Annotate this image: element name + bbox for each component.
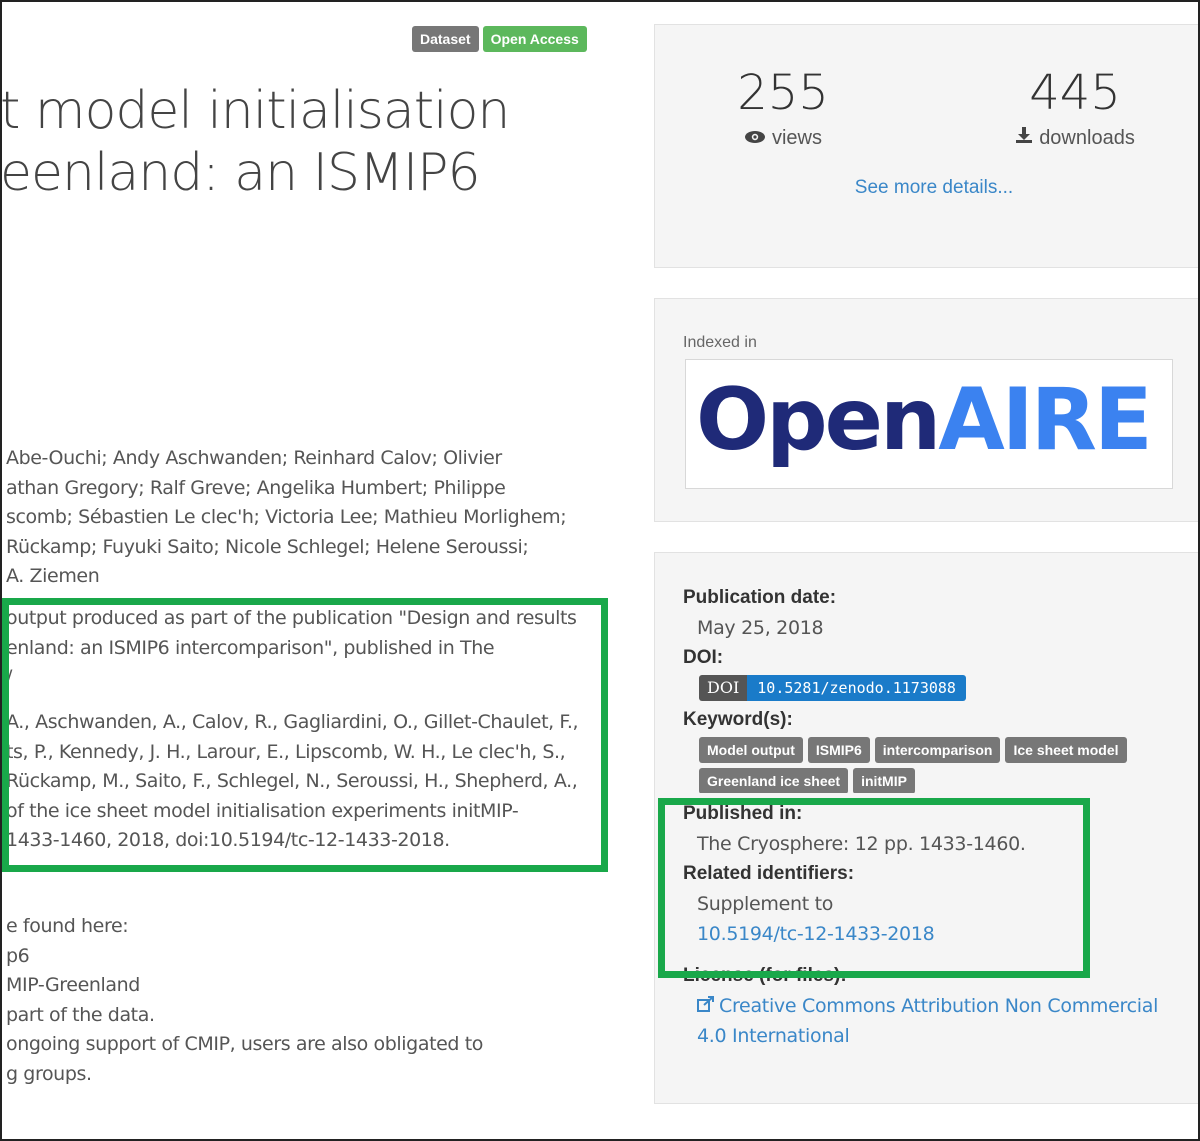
- highlight-box-publication: [658, 798, 1090, 978]
- eye-icon: [744, 125, 766, 151]
- notes-line: MIP-Greenland: [6, 974, 140, 996]
- publication-date-value: May 25, 2018: [697, 617, 824, 639]
- downloads-stat: 445 downloads: [975, 65, 1175, 151]
- downloads-label-row: downloads: [975, 125, 1175, 151]
- keyword-tag[interactable]: Model output: [699, 737, 803, 763]
- record-main-column: Dataset Open Access t model initialisati…: [2, 2, 632, 1139]
- keyword-tag[interactable]: initMIP: [853, 768, 915, 793]
- openaire-logo-aire: AIRE: [938, 370, 1153, 470]
- highlight-box-description: [2, 598, 608, 872]
- keyword-tag[interactable]: ISMIP6: [807, 737, 870, 763]
- keywords-list: Model output ISMIP6 intercomparison Ice …: [683, 737, 1139, 793]
- publication-date-label: Publication date:: [683, 587, 837, 608]
- download-icon: [1015, 125, 1033, 151]
- record-badges: Dataset Open Access: [412, 26, 587, 52]
- stats-panel: 255 views 445 downloads See more details…: [654, 24, 1198, 268]
- license-line-2[interactable]: 4.0 International: [683, 1021, 1183, 1051]
- openaire-logo-link[interactable]: OpenAIRE: [685, 359, 1173, 489]
- external-link-icon: [697, 992, 715, 1012]
- license-link[interactable]: Creative Commons Attribution Non Commerc…: [683, 991, 1183, 1021]
- keywords-label: Keyword(s):: [683, 709, 793, 730]
- see-more-details-link[interactable]: See more details...: [655, 177, 1198, 199]
- notes-text: e found here: p6 MIP-Greenland part of t…: [6, 912, 483, 1089]
- license-line: Creative Commons Attribution Non Commerc…: [719, 995, 1159, 1017]
- indexed-in-label: Indexed in: [683, 334, 757, 351]
- downloads-count: 445: [1029, 65, 1121, 121]
- authors-line: scomb; Sébastien Le clec'h; Victoria Lee…: [6, 506, 567, 528]
- notes-line: g groups.: [6, 1062, 92, 1085]
- record-title-line: eenland: an ISMIP6: [2, 143, 481, 203]
- indexed-panel: Indexed in OpenAIRE: [654, 298, 1198, 522]
- openaire-logo-open: Open: [696, 370, 941, 470]
- notes-line: p6: [6, 944, 30, 967]
- authors-line: Rückamp; Fuyuki Saito; Nicole Schlegel; …: [6, 535, 529, 558]
- screenshot-frame: Dataset Open Access t model initialisati…: [0, 0, 1200, 1141]
- downloads-label: downloads: [1039, 127, 1135, 149]
- openaire-logo: OpenAIRE: [696, 364, 1153, 476]
- open-access-badge: Open Access: [482, 26, 587, 52]
- doi-badge[interactable]: DOI 10.5281/zenodo.1173088: [699, 675, 966, 701]
- authors-line: A. Ziemen: [6, 565, 100, 587]
- views-label-row: views: [683, 125, 883, 151]
- views-count: 255: [737, 65, 829, 121]
- doi-badge-value: 10.5281/zenodo.1173088: [747, 675, 966, 701]
- keyword-tag[interactable]: Greenland ice sheet: [699, 768, 849, 793]
- views-stat: 255 views: [683, 65, 883, 151]
- doi-badge-key: DOI: [699, 675, 748, 701]
- keyword-tag[interactable]: intercomparison: [874, 737, 1001, 763]
- record-title-line: t model initialisation: [2, 81, 510, 141]
- authors-line: athan Gregory; Ralf Greve; Angelika Humb…: [6, 476, 506, 499]
- doi-label: DOI:: [683, 647, 724, 668]
- record-title: t model initialisation eenland: an ISMIP…: [2, 80, 510, 204]
- keyword-tag[interactable]: Ice sheet model: [1005, 737, 1127, 763]
- notes-line: ongoing support of CMIP, users are also …: [6, 1033, 484, 1055]
- authors-line: Abe-Ouchi; Andy Aschwanden; Reinhard Cal…: [6, 447, 502, 469]
- dataset-badge: Dataset: [412, 26, 479, 52]
- notes-line: part of the data.: [6, 1003, 155, 1026]
- views-label: views: [771, 127, 822, 149]
- authors-list: Abe-Ouchi; Andy Aschwanden; Reinhard Cal…: [6, 444, 567, 592]
- notes-line: e found here:: [6, 915, 129, 937]
